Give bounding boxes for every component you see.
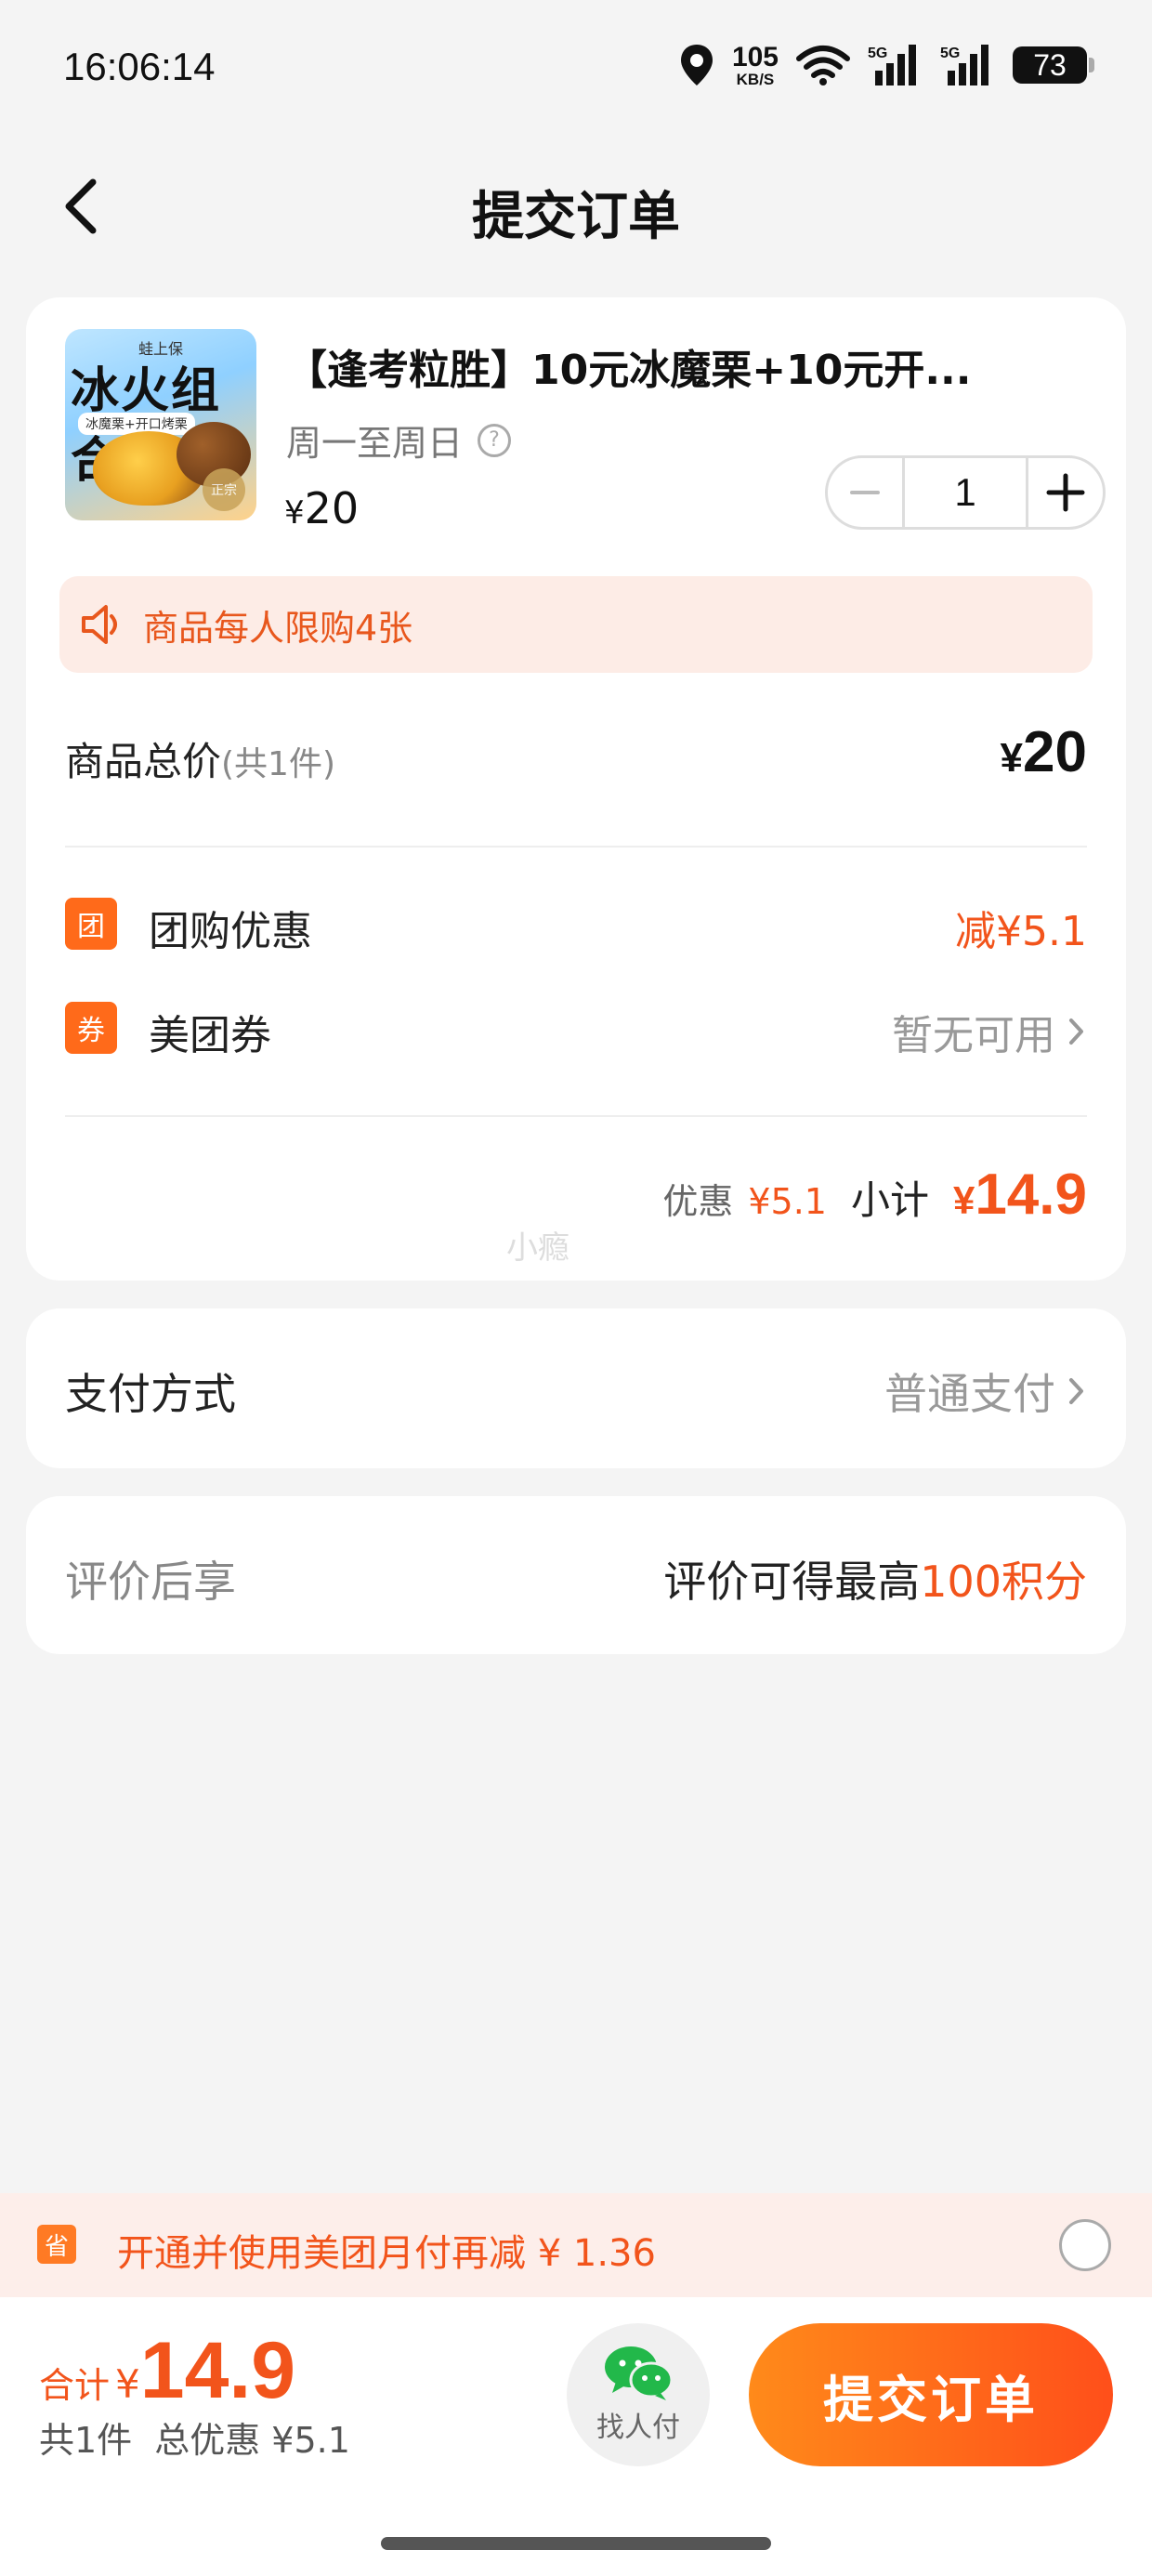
coupon-value: 暂无可用 <box>892 1002 1087 1061</box>
subtotal-amount: 14.9 <box>975 1163 1087 1227</box>
submit-order-button[interactable]: 提交订单 <box>749 2323 1113 2466</box>
review-reward-prefix: 评价可得最高 <box>663 1557 921 1607</box>
status-bar: 16:06:14 105 KB/S 5G 5G 73 <box>0 0 1152 139</box>
quantity-value[interactable]: 1 <box>902 458 1028 527</box>
order-total-symbol: ¥ <box>115 2361 140 2407</box>
review-reward-highlight: 100积分 <box>920 1557 1087 1607</box>
subtotal-symbol: ¥ <box>952 1178 975 1222</box>
payment-method-label: 支付方式 <box>65 1369 236 1419</box>
location-icon <box>680 45 713 85</box>
product-title[interactable]: 【逢考粒胜】10元冰魔栗+10元开... <box>286 336 1104 396</box>
purchase-limit-text: 商品每人限购4张 <box>143 607 413 649</box>
purchase-limit-notice: 商品每人限购4张 <box>59 576 1093 673</box>
product-price: ¥20 <box>284 483 359 533</box>
status-time: 16:06:14 <box>63 45 216 88</box>
signal-5g-icon-2: 5G <box>940 45 988 85</box>
product-validity-text: 周一至周日 <box>286 423 464 464</box>
page-header: 提交订单 <box>0 149 1152 260</box>
order-total-discount: 总优惠 ¥5.1 <box>154 2420 350 2461</box>
product-validity: 周一至周日 ? <box>286 414 512 466</box>
coupon-row[interactable]: 券 美团券 暂无可用 <box>65 996 1087 1061</box>
product-price-symbol: ¥ <box>284 494 305 532</box>
divider <box>65 846 1087 848</box>
minus-icon <box>850 491 880 494</box>
payment-method-value: 普通支付 <box>884 1360 1087 1422</box>
order-total-summary: 共1件 总优惠 ¥5.1 <box>39 2412 373 2463</box>
product-total-symbol: ¥ <box>1000 735 1024 781</box>
product-image-seal: 正宗 <box>203 468 245 511</box>
order-item-count: 共1件 <box>39 2420 133 2461</box>
chevron-right-icon <box>1069 1378 1083 1404</box>
review-reward-label: 评价后享 <box>65 1557 236 1607</box>
status-icons: 105 KB/S 5G 5G 73 <box>678 37 1094 93</box>
subtotal-row: 优惠 ¥5.1 小计 ¥14.9 <box>662 1162 1087 1245</box>
product-total-value: ¥20 <box>1001 719 1087 785</box>
coupon-label: 美团券 <box>149 1012 271 1059</box>
product-price-value: 20 <box>304 483 360 533</box>
product-image-seal-text: 正宗 <box>211 483 237 498</box>
order-total: 合计 ¥ 14.9 共1件 总优惠 ¥5.1 <box>39 2325 373 2463</box>
decrease-button[interactable] <box>828 458 902 527</box>
product-total-row: 商品总价(共1件) ¥20 <box>65 719 1087 794</box>
coupon-badge: 券 <box>65 1002 117 1054</box>
network-speed: 105 KB/S <box>731 41 779 88</box>
increase-button[interactable] <box>1028 458 1103 527</box>
signal-2-label: 5G <box>940 46 960 61</box>
signal-1-label: 5G <box>868 46 887 61</box>
monthly-pay-radio[interactable] <box>1059 2219 1111 2271</box>
quantity-stepper: 1 <box>825 455 1106 530</box>
wifi-icon <box>796 46 850 85</box>
monthly-pay-text: 开通并使用美团月付再减 ¥ 1.36 <box>117 2232 656 2275</box>
payment-method-row[interactable]: 支付方式 普通支付 <box>26 1308 1126 1468</box>
group-discount-label: 团购优惠 <box>149 908 312 955</box>
subtotal-label: 小计 <box>850 1177 929 1223</box>
home-indicator[interactable] <box>381 2537 771 2550</box>
product-image[interactable]: 蛙上保 冰火组合 冰魔栗+开口烤栗 正宗 <box>65 329 256 520</box>
signal-5g-icon: 5G <box>868 45 916 85</box>
order-card: 蛙上保 冰火组合 冰魔栗+开口烤栗 正宗 【逢考粒胜】10元冰魔栗+10元开..… <box>26 297 1126 1281</box>
order-page: 16:06:14 105 KB/S 5G 5G 73 提交订单 蛙上保 冰火组 … <box>0 0 1152 2576</box>
monthly-pay-offer[interactable]: 省 开通并使用美团月付再减 ¥ 1.36 <box>0 2193 1152 2297</box>
order-total-line: 合计 ¥ 14.9 <box>39 2325 373 2417</box>
page-title: 提交订单 <box>472 187 680 247</box>
product-total-amount: 20 <box>1023 720 1087 784</box>
group-discount-badge: 团 <box>65 898 117 950</box>
find-someone-pay-button[interactable]: 找人付 <box>567 2323 710 2466</box>
group-discount-row: 团 团购优惠 减¥5.1 <box>65 892 1087 957</box>
review-reward-row: 评价后享 评价可得最高 100积分 <box>26 1496 1126 1654</box>
net-speed-unit: KB/S <box>736 70 775 88</box>
payment-method-value-text: 普通支付 <box>884 1369 1055 1419</box>
plus-icon <box>1046 473 1085 512</box>
product-total-label-text: 商品总价 <box>65 739 222 784</box>
speaker-icon <box>82 605 117 644</box>
coupon-value-text: 暂无可用 <box>892 1012 1055 1059</box>
subtotal-discount-label: 优惠 <box>662 1181 734 1222</box>
save-badge: 省 <box>37 2225 76 2264</box>
wechat-icon <box>605 2346 674 2400</box>
watermark: 小瘾 <box>506 1229 569 1267</box>
chevron-right-icon <box>1069 1019 1083 1045</box>
find-someone-pay-label: 找人付 <box>596 2412 680 2444</box>
battery-indicator: 73 <box>1013 46 1094 84</box>
order-total-label: 合计 <box>39 2365 111 2406</box>
product-total-count: (共1件) <box>221 745 336 783</box>
order-total-value: 14.9 <box>139 2326 296 2415</box>
product-total-label: 商品总价(共1件) <box>65 730 335 787</box>
net-speed-value: 105 <box>731 41 779 72</box>
review-reward-value: 评价可得最高 100积分 <box>663 1548 1087 1610</box>
subtotal-value: ¥14.9 <box>953 1162 1087 1228</box>
divider <box>65 1115 1087 1117</box>
bottom-bar: 合计 ¥ 14.9 共1件 总优惠 ¥5.1 找人付 提交订单 <box>0 2297 1152 2576</box>
help-icon[interactable]: ? <box>478 423 512 457</box>
subtotal-discount-value: ¥5.1 <box>748 1181 827 1222</box>
group-discount-value: 减¥5.1 <box>955 908 1087 955</box>
